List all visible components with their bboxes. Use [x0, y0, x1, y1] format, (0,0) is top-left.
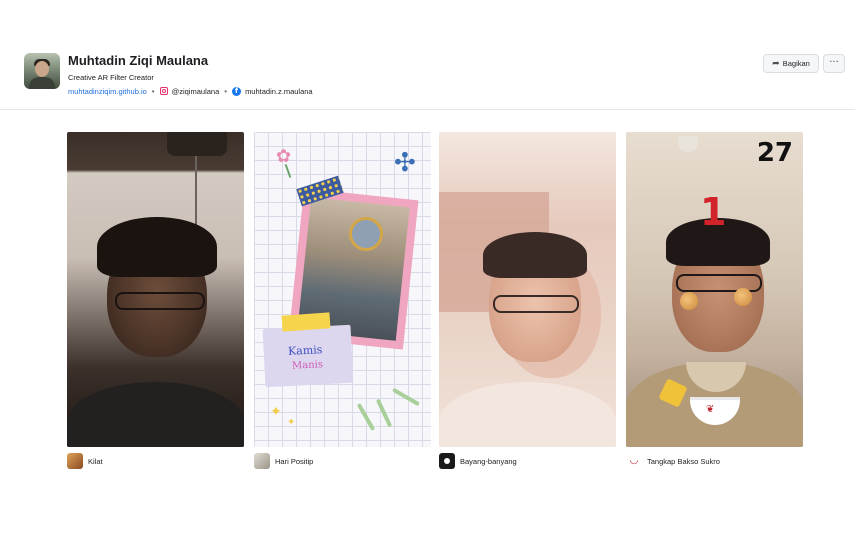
website-link[interactable]: muhtadinziqim.github.io	[68, 87, 147, 96]
glasses-shape	[115, 292, 205, 310]
facebook-icon: f	[232, 86, 242, 96]
share-icon: ➦	[772, 58, 780, 69]
filter-label-tangkap-bakso-sukro[interactable]: ◡ Tangkap Bakso Sukro	[626, 453, 720, 469]
profile-links: muhtadinziqim.github.io • @ziqimaulana •…	[68, 86, 313, 96]
share-button[interactable]: ➦ Bagikan	[763, 54, 819, 73]
person-hair	[97, 217, 217, 277]
profile-tagline: Creative AR Filter Creator	[68, 73, 154, 82]
more-options-button[interactable]: ···	[823, 54, 845, 73]
glasses-shape	[493, 295, 579, 313]
filter-name: Hari Positip	[275, 456, 314, 466]
person-shirt	[439, 382, 616, 447]
separator-dot: •	[224, 86, 228, 96]
countdown-number: 1	[700, 190, 727, 234]
dragonfly-icon: ✣	[394, 148, 416, 178]
star-icon: ✦	[287, 417, 296, 428]
profile-header: Muhtadin Ziqi Maulana Creative AR Filter…	[0, 0, 855, 110]
avatar[interactable]	[24, 53, 60, 89]
instagram-icon	[159, 87, 168, 95]
note-text-line2: Manis	[291, 359, 324, 372]
bowl-icon: ◡	[626, 453, 642, 469]
note-text-line1: Kamis	[287, 343, 323, 358]
avatar-body	[29, 77, 55, 89]
filter-preview-tangkap-bakso-sukro[interactable]: ❦ 1 27	[626, 132, 803, 447]
filter-name: Bayang-banyang	[460, 456, 517, 466]
bakso-ball	[734, 288, 752, 306]
filter-preview-bayang-banyang[interactable]	[439, 132, 616, 447]
glasses-shape	[676, 274, 762, 292]
filter-preview-hari-positip[interactable]: ✿ ✣ Kamis Manis ✦ ✦	[254, 132, 431, 447]
bakso-ball	[680, 292, 698, 310]
filter-thumbnail	[254, 453, 270, 469]
instagram-link[interactable]: @ziqimaulana	[172, 87, 220, 96]
tape-sticker	[281, 312, 331, 332]
person-hair	[483, 232, 587, 278]
score-counter: 27	[756, 138, 793, 168]
leaf-shape	[356, 403, 376, 431]
leaf-shape	[375, 398, 393, 428]
facebook-link[interactable]: muhtadin.z.maulana	[245, 87, 313, 96]
profile-name: Muhtadin Ziqi Maulana	[68, 53, 209, 68]
filter-label-hari-positip[interactable]: Hari Positip	[254, 453, 313, 469]
thumbnail-dot	[444, 458, 450, 464]
separator-dot: •	[151, 86, 155, 96]
filter-preview-kilat[interactable]	[67, 132, 244, 447]
filter-thumbnail	[67, 453, 83, 469]
lamp-shape	[167, 132, 227, 156]
leaf-shape	[392, 387, 420, 407]
filter-label-kilat[interactable]: Kilat	[67, 453, 103, 469]
filter-label-bayang-banyang[interactable]: Bayang-banyang	[439, 453, 517, 469]
share-button-label: Bagikan	[782, 59, 810, 68]
rooster-icon: ❦	[706, 404, 715, 415]
cup-shape	[678, 136, 698, 152]
filter-thumbnail	[439, 453, 455, 469]
avatar-face	[35, 61, 49, 77]
star-icon: ✦	[270, 404, 282, 420]
filter-name: Kilat	[88, 456, 103, 466]
filter-name: Tangkap Bakso Sukro	[647, 456, 720, 466]
person-shoulders	[67, 382, 244, 447]
